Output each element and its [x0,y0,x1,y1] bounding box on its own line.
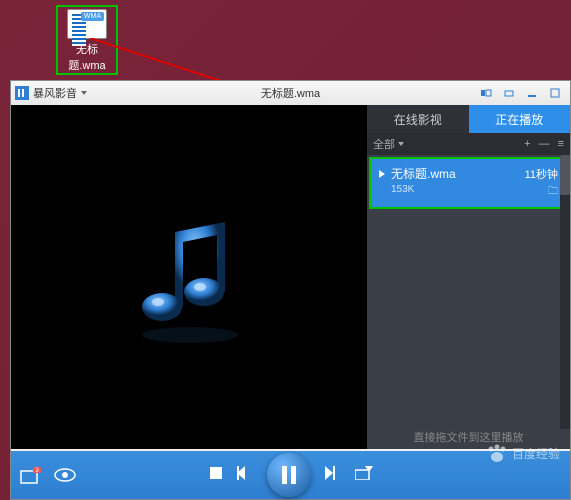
paw-icon [486,443,508,463]
playlist-item-size: 153K [391,184,414,201]
window-title: 无标题.wma [261,85,320,101]
music-note-icon [120,207,260,347]
playlist-toolbar: 全部 + — ≡ [367,133,570,155]
add-button[interactable]: + [524,138,530,150]
pause-icon [281,466,297,484]
app-name: 暴风影音 [33,85,77,101]
chevron-down-icon [398,142,404,146]
desktop-file-icon[interactable]: 无标题.wma [56,5,118,75]
playlist-sidebar: 在线影视 正在播放 全部 + — ≡ 无标题.wma 11秒钟 153K 🗀 [367,105,570,449]
remove-button[interactable]: — [539,138,550,150]
app-menu-dropdown[interactable] [81,91,87,95]
playlist-item-name: 无标题.wma [391,165,456,182]
watermark-text: 百度经验 [512,445,560,462]
filter-all-dropdown[interactable]: 全部 [373,136,395,152]
next-button[interactable] [325,466,341,485]
open-button[interactable] [355,466,373,485]
minimize-button[interactable] [521,85,543,101]
playlist-item[interactable]: 无标题.wma 11秒钟 153K 🗀 [369,157,568,209]
video-display-area[interactable] [11,105,369,449]
play-pause-button[interactable] [267,453,311,497]
app-logo-icon [15,86,29,100]
wma-file-icon [67,9,107,39]
watermark: 百度经验 [486,443,560,463]
eye-icon[interactable] [53,465,77,485]
tab-now-playing[interactable]: 正在播放 [469,105,571,133]
scrollbar-thumb[interactable] [560,155,570,195]
stop-button[interactable] [209,466,223,485]
maximize-button[interactable] [544,85,566,101]
toggle-view-button[interactable] [475,85,497,101]
desktop-file-label: 无标题.wma [58,41,116,73]
previous-button[interactable] [237,466,253,485]
titlebar: 暴风影音 无标题.wma [11,81,570,105]
media-player-window: 暴风影音 无标题.wma ◀◀ ▶▶ 00: [10,80,571,500]
box-icon[interactable]: 3 [19,465,43,485]
playing-indicator-icon [379,170,385,178]
more-button[interactable]: ≡ [558,138,564,150]
sidebar-scrollbar[interactable] [560,155,570,429]
tab-online-video[interactable]: 在线影视 [367,105,469,133]
open-folder-icon[interactable]: 🗀 [548,184,558,201]
mini-mode-button[interactable] [498,85,520,101]
playlist-item-duration: 11秒钟 [525,166,558,182]
